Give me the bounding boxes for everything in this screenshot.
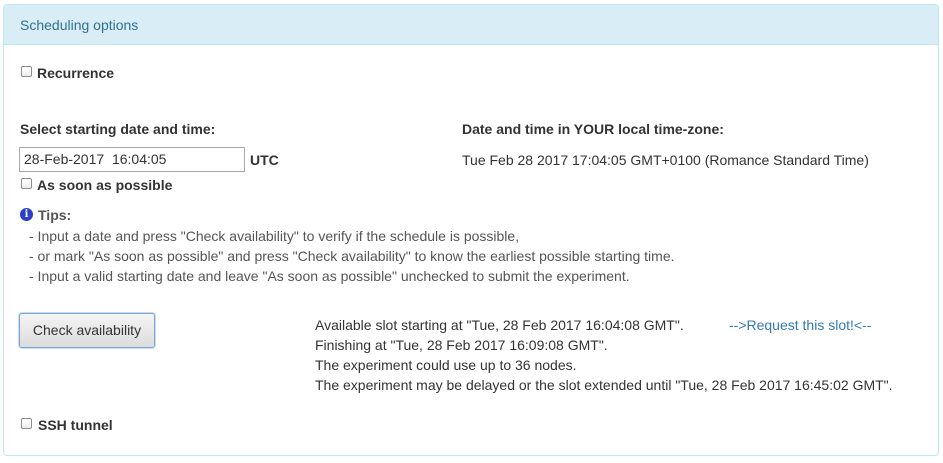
- check-availability-button[interactable]: Check availability: [19, 313, 155, 348]
- tip-line: - or mark "As soon as possible" and pres…: [29, 248, 675, 264]
- request-slot-link[interactable]: -->Request this slot!<--: [729, 317, 871, 333]
- start-date-input[interactable]: 28-Feb-2017 16:04:05: [19, 147, 245, 172]
- ssh-tunnel-label[interactable]: SSH tunnel: [38, 417, 113, 433]
- info-icon: i: [20, 208, 33, 221]
- ssh-tunnel-checkbox[interactable]: [21, 418, 32, 429]
- tip-line: - Input a valid starting date and leave …: [29, 268, 630, 284]
- finishing-text: Finishing at "Tue, 28 Feb 2017 16:09:08 …: [315, 337, 608, 353]
- asap-label[interactable]: As soon as possible: [37, 177, 172, 193]
- panel-heading: Scheduling options: [4, 5, 938, 45]
- recurrence-checkbox[interactable]: [21, 66, 32, 77]
- timezone-label: UTC: [250, 152, 279, 168]
- tips-title: Tips:: [38, 207, 72, 223]
- start-date-heading: Select starting date and time:: [20, 121, 216, 137]
- panel-title: Scheduling options: [20, 17, 139, 33]
- nodes-text: The experiment could use up to 36 nodes.: [315, 357, 577, 373]
- local-time-value: Tue Feb 28 2017 17:04:05 GMT+0100 (Roman…: [462, 152, 869, 168]
- recurrence-label[interactable]: Recurrence: [37, 65, 114, 81]
- tip-line: - Input a date and press "Check availabi…: [29, 228, 520, 244]
- local-time-heading: Date and time in YOUR local time-zone:: [462, 121, 724, 137]
- available-slot-text: Available slot starting at "Tue, 28 Feb …: [315, 317, 684, 333]
- delay-text: The experiment may be delayed or the slo…: [315, 377, 893, 393]
- asap-checkbox[interactable]: [21, 178, 32, 189]
